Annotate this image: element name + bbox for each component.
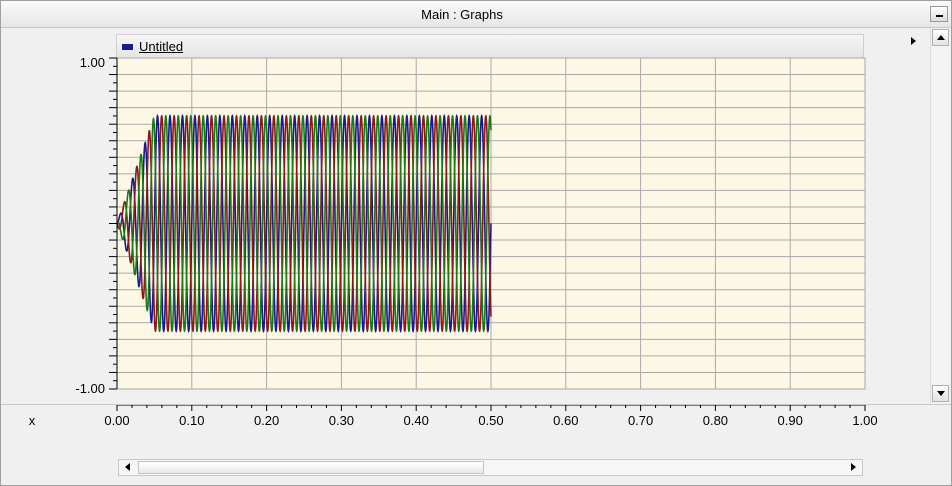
x-tick-label: 0.70 [628, 413, 653, 428]
series-group [116, 113, 492, 333]
axis-separator [1, 404, 951, 405]
arrow-down-icon [937, 391, 945, 396]
x-tick-label: 0.30 [329, 413, 354, 428]
x-tick-label: 0.60 [553, 413, 578, 428]
minimize-icon [936, 15, 943, 17]
x-tick-label: 0.50 [478, 413, 503, 428]
y-tick-label-top: 1.00 [80, 55, 105, 70]
scroll-left-button[interactable] [119, 460, 136, 475]
scrollbar-thumb[interactable] [138, 461, 484, 474]
x-tick-label: 0.80 [703, 413, 728, 428]
x-tick-label: 0.00 [104, 413, 129, 428]
scroll-right-button[interactable] [845, 460, 862, 475]
x-axis-ticks: 0.00 0.10 0.20 0.30 0.40 0.50 0.60 0.70 0.80 0.90… [104, 404, 878, 428]
arrow-up-icon [937, 35, 945, 40]
horizontal-scrollbar[interactable] [118, 459, 863, 476]
x-tick-label: 0.10 [179, 413, 204, 428]
y-tick-label-bottom: -1.00 [75, 381, 105, 396]
arrow-right-icon [851, 463, 856, 471]
y-axis-minor-ticks [109, 57, 117, 390]
minimize-button[interactable] [930, 6, 948, 22]
scroll-down-button[interactable] [932, 385, 949, 402]
vertical-scrollbar[interactable] [930, 28, 950, 404]
scroll-up-button[interactable] [932, 29, 949, 46]
x-tick-label: 0.90 [778, 413, 803, 428]
graphs-window: Main : Graphs Untitled 1.00 -1.00 x 0.00… [0, 0, 952, 486]
x-tick-label: 0.20 [254, 413, 279, 428]
graph-plot: 1.00 -1.00 x 0.00 0.10 0.20 0.30 0.40 0.50 0.6… [29, 55, 878, 428]
arrow-left-icon [125, 463, 130, 471]
x-tick-label: 0.40 [404, 413, 429, 428]
x-axis-label: x [29, 413, 36, 428]
x-tick-label: 1.00 [852, 413, 877, 428]
